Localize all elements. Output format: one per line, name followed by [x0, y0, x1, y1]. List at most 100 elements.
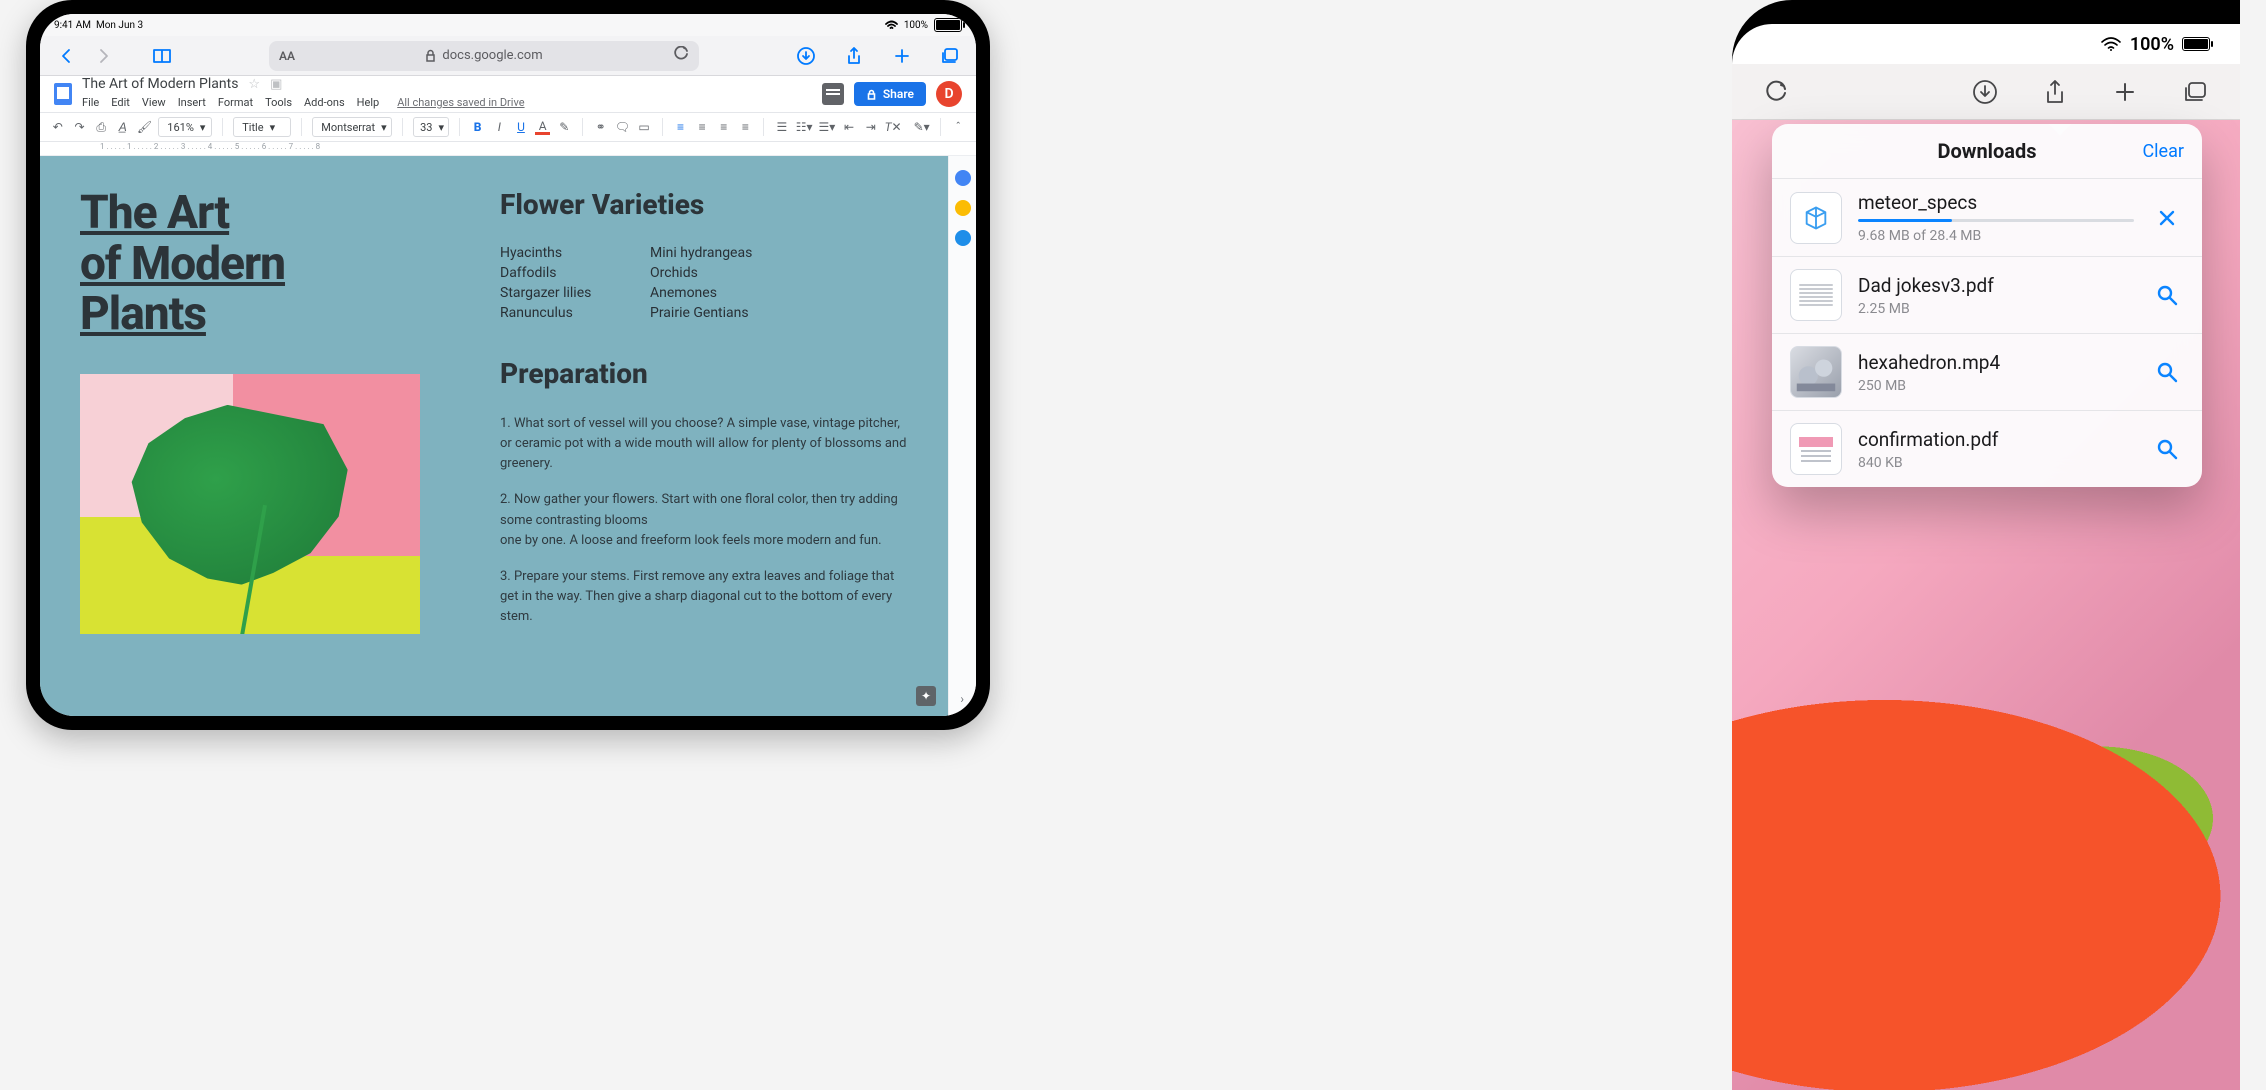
font-select[interactable]: Montserrat▾	[312, 117, 392, 137]
wifi-icon	[2100, 36, 2122, 52]
download-row[interactable]: meteor_specs 9.68 MB of 28.4 MB	[1772, 178, 2202, 256]
calendar-addon-icon[interactable]	[955, 170, 971, 186]
reload-button[interactable]	[1762, 77, 1792, 107]
new-tab-button[interactable]	[2110, 77, 2140, 107]
gdoc-header: The Art of Modern Plants ☆ ▣ File Edit V…	[40, 76, 976, 112]
downloads-button[interactable]	[1970, 77, 2000, 107]
menu-addons[interactable]: Add-ons	[304, 96, 345, 109]
file-thumb-pdf-icon	[1790, 423, 1842, 475]
file-name: meteor_specs	[1858, 191, 2134, 214]
italic-button[interactable]: I	[491, 117, 507, 137]
insert-link-button[interactable]: ⚭	[593, 117, 609, 137]
star-icon[interactable]: ☆	[248, 77, 260, 92]
back-button[interactable]	[54, 44, 78, 68]
explore-button[interactable]: ✦	[916, 686, 936, 706]
clear-button[interactable]: Clear	[2142, 141, 2184, 162]
reveal-file-button[interactable]	[2150, 278, 2184, 312]
share-button[interactable]	[842, 44, 866, 68]
download-progress	[1858, 219, 2134, 222]
forward-button[interactable]	[92, 44, 116, 68]
menu-edit[interactable]: Edit	[111, 96, 130, 109]
menu-format[interactable]: Format	[218, 96, 253, 109]
collapse-toolbar-button[interactable]: ˆ	[950, 117, 966, 137]
zoom-select[interactable]: 161%▾	[158, 117, 212, 137]
menu-insert[interactable]: Insert	[178, 96, 206, 109]
share-label: Share	[883, 87, 914, 101]
menu-view[interactable]: View	[142, 96, 166, 109]
tabs-button[interactable]	[938, 44, 962, 68]
highlight-button[interactable]: ✎	[556, 117, 572, 137]
docs-logo-icon[interactable]	[54, 83, 72, 105]
reader-button[interactable]: AA	[279, 49, 295, 63]
status-battery: 100%	[904, 20, 928, 31]
fontsize-select[interactable]: 33▾	[413, 117, 449, 137]
comments-button[interactable]	[822, 83, 844, 105]
new-tab-button[interactable]	[890, 44, 914, 68]
cancel-download-button[interactable]	[2150, 201, 2184, 235]
keep-addon-icon[interactable]	[955, 200, 971, 216]
folder-icon[interactable]: ▣	[270, 77, 282, 92]
file-name: confirmation.pdf	[1858, 428, 2134, 451]
bulleted-list-button[interactable]: ☰▾	[818, 117, 835, 137]
share-button[interactable]	[2040, 77, 2070, 107]
url-field[interactable]: AA docs.google.com	[269, 41, 699, 71]
download-row[interactable]: Dad jokesv3.pdf 2.25 MB	[1772, 256, 2202, 333]
clear-format-button[interactable]: T✕	[885, 117, 902, 137]
increase-indent-button[interactable]: ⇥	[863, 117, 879, 137]
gdoc-menubar: File Edit View Insert Format Tools Add-o…	[82, 92, 525, 112]
insert-comment-button[interactable]: 🗨	[615, 117, 631, 137]
menu-help[interactable]: Help	[357, 96, 380, 109]
redo-button[interactable]: ↷	[72, 117, 88, 137]
numbered-list-button[interactable]: ☷▾	[796, 117, 813, 137]
menu-tools[interactable]: Tools	[265, 96, 292, 109]
wifi-icon	[885, 20, 898, 30]
undo-button[interactable]: ↶	[50, 117, 66, 137]
plant-image	[80, 374, 420, 634]
tabs-button[interactable]	[2180, 77, 2210, 107]
save-status[interactable]: All changes saved in Drive	[397, 96, 524, 109]
share-doc-button[interactable]: Share	[854, 82, 926, 106]
paint-format-button[interactable]: 🖌	[137, 117, 153, 137]
reveal-file-button[interactable]	[2150, 355, 2184, 389]
section-flower-varieties: Flower Varieties	[500, 188, 908, 221]
align-right-button[interactable]: ≡	[716, 117, 732, 137]
status-battery: 100%	[2130, 34, 2174, 55]
text-color-button[interactable]: A	[535, 119, 551, 135]
safari-toolbar: AA docs.google.com	[40, 36, 976, 76]
ipad-right-device: 100% Downloads Clear	[1732, 0, 2240, 1090]
doc-title[interactable]: The Art of Modern Plants	[82, 76, 238, 92]
reload-button[interactable]	[674, 46, 689, 65]
document-canvas[interactable]: The Art of Modern Plants Flower Varietie…	[40, 156, 948, 716]
align-left-button[interactable]: ≡	[673, 117, 689, 137]
align-justify-button[interactable]: ≡	[738, 117, 754, 137]
editing-mode-button[interactable]: ✎▾	[914, 117, 930, 137]
account-avatar[interactable]: D	[936, 81, 962, 107]
decrease-indent-button[interactable]: ⇤	[841, 117, 857, 137]
align-center-button[interactable]: ≡	[694, 117, 710, 137]
line-spacing-button[interactable]: ☰	[774, 117, 790, 137]
bookmarks-button[interactable]	[150, 44, 174, 68]
file-size: 9.68 MB of 28.4 MB	[1858, 228, 2134, 244]
style-select[interactable]: Title▾	[233, 117, 291, 137]
download-row[interactable]: hexahedron.mp4 250 MB	[1772, 333, 2202, 410]
ruler[interactable]: 1 . . . . . 1 . . . . . 2 . . . . . 3 . …	[40, 142, 976, 156]
insert-image-button[interactable]: ▭	[636, 117, 652, 137]
popover-title: Downloads	[1937, 139, 2036, 163]
file-name: Dad jokesv3.pdf	[1858, 274, 2134, 297]
spellcheck-button[interactable]: A̲	[115, 117, 131, 137]
bold-button[interactable]: B	[470, 117, 486, 137]
file-size: 840 KB	[1858, 455, 2134, 471]
tasks-addon-icon[interactable]	[955, 230, 971, 246]
menu-file[interactable]: File	[82, 96, 99, 109]
download-row[interactable]: confirmation.pdf 840 KB	[1772, 410, 2202, 487]
underline-button[interactable]: U	[513, 117, 529, 137]
downloads-button[interactable]	[794, 44, 818, 68]
reveal-file-button[interactable]	[2150, 432, 2184, 466]
status-bar: 9:41 AM Mon Jun 3 100%	[40, 14, 976, 36]
print-button[interactable]: ⎙	[93, 117, 109, 137]
lock-icon	[866, 89, 877, 100]
url-text: docs.google.com	[442, 48, 542, 63]
lock-icon	[425, 49, 436, 62]
ipad-left-device: 9:41 AM Mon Jun 3 100% AA docs.google.co…	[26, 0, 990, 730]
hide-side-panel-button[interactable]: ›	[960, 692, 964, 706]
